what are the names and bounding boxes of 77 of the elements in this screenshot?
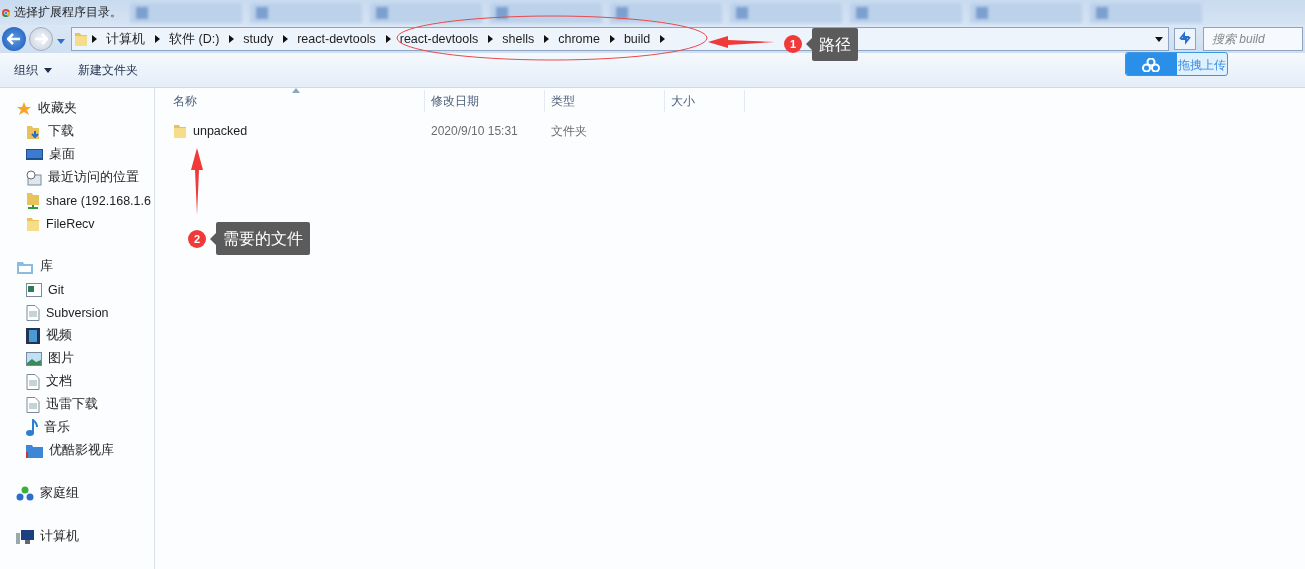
cloud-icon xyxy=(1142,58,1161,72)
folder-icon xyxy=(74,31,88,47)
organize-menu[interactable]: 组织 xyxy=(14,61,52,79)
sidebar-item[interactable]: 视频 xyxy=(0,324,72,347)
breadcrumb[interactable]: shells xyxy=(496,32,541,46)
column-header[interactable]: 大小 xyxy=(665,90,745,112)
media-folder-icon xyxy=(26,443,43,458)
breadcrumb[interactable]: build xyxy=(617,32,657,46)
callout-label: 路径 xyxy=(812,28,858,61)
homegroup-icon xyxy=(16,485,34,502)
back-button[interactable] xyxy=(2,27,26,51)
desktop-icon xyxy=(26,147,43,162)
browser-tab[interactable] xyxy=(250,2,362,23)
computer-icon xyxy=(16,528,34,545)
breadcrumb[interactable]: study xyxy=(237,32,280,46)
column-header[interactable]: 类型 xyxy=(545,90,665,112)
browser-tab[interactable] xyxy=(730,2,842,23)
table-cell-text: 2020/9/10 15:31 xyxy=(430,124,519,138)
film-icon xyxy=(26,327,40,344)
file-name[interactable]: unpacked xyxy=(193,124,248,138)
refresh-button[interactable] xyxy=(1174,28,1196,50)
download-folder-icon xyxy=(26,123,42,140)
document-icon xyxy=(26,396,40,413)
refresh-icon xyxy=(1177,29,1193,46)
sidebar-item[interactable]: 库 xyxy=(0,255,53,278)
dropdown-icon[interactable] xyxy=(1154,34,1164,44)
sidebar-item[interactable]: 收藏夹 xyxy=(0,97,77,120)
browser-tab[interactable] xyxy=(970,2,1082,23)
sidebar-item[interactable]: 音乐 xyxy=(0,416,70,439)
sidebar-item[interactable]: 文档 xyxy=(0,370,72,393)
document-icon xyxy=(26,373,40,390)
forward-button[interactable] xyxy=(29,27,53,51)
sort-arrow-icon xyxy=(292,88,300,93)
browser-tab[interactable] xyxy=(610,2,722,23)
sidebar-item[interactable]: 优酷影视库 xyxy=(0,439,114,462)
browser-tab[interactable] xyxy=(1090,2,1202,23)
sidebar-item[interactable]: share (192.168.1.6 xyxy=(0,189,151,212)
sidebar-item[interactable]: FileRecv xyxy=(0,212,95,235)
sidebar-item[interactable]: 家庭组 xyxy=(0,482,79,505)
toolbar-button[interactable]: 新建文件夹 xyxy=(78,61,138,79)
browser-tab[interactable] xyxy=(850,2,962,23)
sidebar-item[interactable]: 下载 xyxy=(0,120,74,143)
sidebar-item[interactable]: 图片 xyxy=(0,347,74,370)
breadcrumb[interactable]: react-devtools xyxy=(291,32,382,46)
step-badge: 2 xyxy=(188,230,206,248)
star-icon xyxy=(16,100,32,117)
browser-tab[interactable] xyxy=(490,2,602,23)
sidebar-item[interactable]: 计算机 xyxy=(0,525,79,548)
music-note-icon xyxy=(26,418,38,437)
browser-tab[interactable] xyxy=(130,2,242,23)
breadcrumb[interactable]: 计算机 xyxy=(100,30,151,48)
sidebar-item[interactable]: 迅雷下载 xyxy=(0,393,98,416)
document-icon xyxy=(26,304,40,321)
breadcrumb[interactable]: chrome xyxy=(552,32,606,46)
window-title: 选择扩展程序目录。 xyxy=(14,4,122,21)
forward-arrow-icon xyxy=(34,33,48,45)
folder-icon xyxy=(26,215,40,232)
window-icon xyxy=(26,282,42,297)
callout-label: 需要的文件 xyxy=(216,222,310,255)
sidebar-item[interactable]: Subversion xyxy=(0,301,109,324)
back-arrow-icon xyxy=(7,33,21,45)
browser-tab[interactable] xyxy=(370,2,482,23)
caret-icon xyxy=(56,36,66,46)
search-field[interactable]: 搜索 build xyxy=(1203,27,1303,51)
table-cell-text: 文件夹 xyxy=(550,122,588,140)
sidebar-item[interactable]: Git xyxy=(0,278,64,301)
column-header[interactable]: 名称 xyxy=(167,90,425,112)
breadcrumb[interactable]: react-devtools xyxy=(393,32,485,46)
breadcrumb[interactable]: 软件 (D:) xyxy=(163,30,226,48)
recent-places-icon xyxy=(26,169,42,186)
caret-icon xyxy=(44,67,52,73)
network-folder-icon xyxy=(26,192,40,209)
picture-icon xyxy=(26,351,42,366)
column-header[interactable]: 修改日期 xyxy=(425,90,545,112)
sidebar-item[interactable]: 桌面 xyxy=(0,143,75,166)
folder-icon xyxy=(173,123,187,139)
sidebar-item[interactable]: 最近访问的位置 xyxy=(0,166,139,189)
